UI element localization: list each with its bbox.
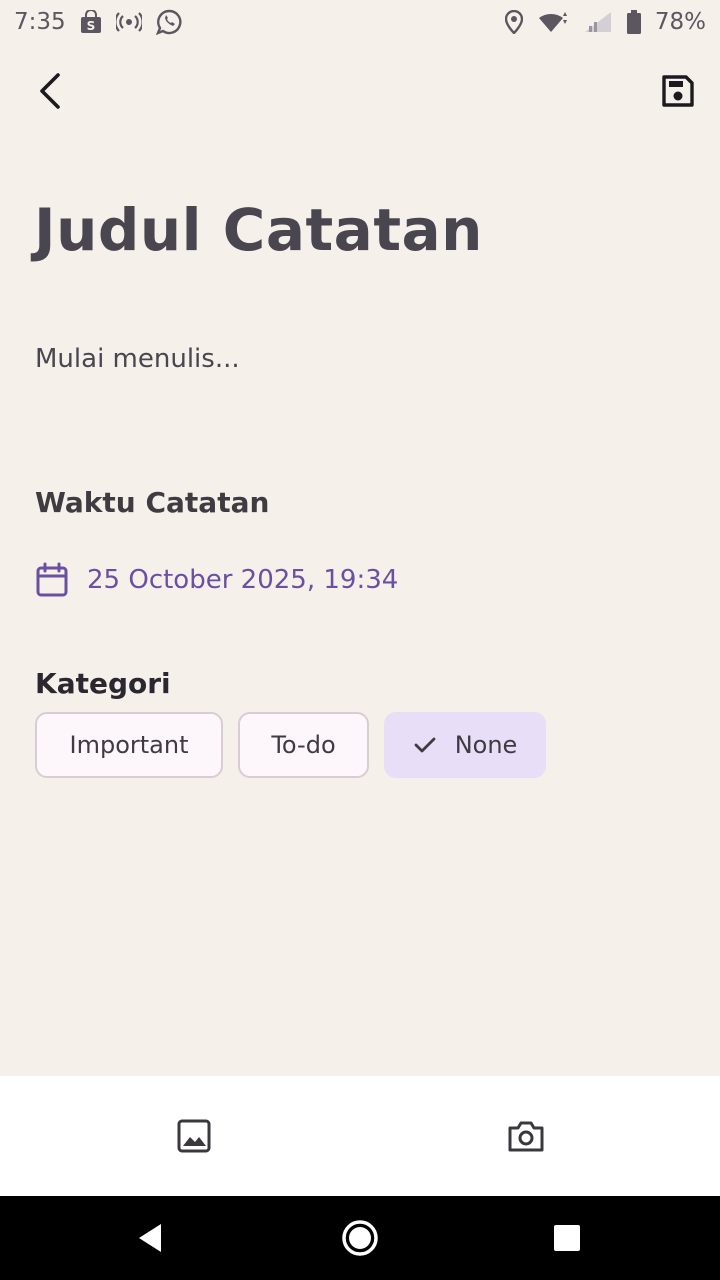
hotspot-icon bbox=[115, 12, 142, 32]
nav-back-icon bbox=[139, 1224, 161, 1252]
signal-icon bbox=[583, 10, 613, 34]
system-nav-bar bbox=[0, 1196, 720, 1280]
status-bar: 7:35 S 78% bbox=[0, 0, 720, 44]
date-value: 25 October 2025, 19:34 bbox=[87, 565, 399, 595]
save-icon bbox=[662, 75, 694, 107]
check-icon bbox=[414, 737, 436, 753]
status-time: 7:35 bbox=[14, 9, 66, 35]
note-body-input[interactable]: Mulai menulis... bbox=[35, 344, 240, 374]
nav-home-icon bbox=[342, 1220, 378, 1256]
nav-recent-button[interactable] bbox=[537, 1208, 597, 1268]
location-icon bbox=[504, 10, 523, 34]
chip-todo[interactable]: To-do bbox=[238, 712, 369, 778]
back-button[interactable] bbox=[21, 63, 77, 119]
wifi-icon bbox=[537, 10, 569, 34]
image-icon bbox=[177, 1119, 211, 1153]
chip-label: To-do bbox=[271, 731, 336, 759]
nav-recent-icon bbox=[554, 1225, 580, 1251]
camera-button[interactable] bbox=[496, 1106, 556, 1166]
battery-icon bbox=[626, 10, 641, 34]
category-chips: Important To-do None bbox=[35, 712, 546, 778]
save-button[interactable] bbox=[650, 63, 706, 119]
time-section-title: Waktu Catatan bbox=[35, 486, 270, 519]
nav-back-button[interactable] bbox=[120, 1208, 180, 1268]
whatsapp-icon bbox=[155, 9, 182, 35]
chip-none[interactable]: None bbox=[384, 712, 546, 778]
status-left: 7:35 S bbox=[14, 9, 182, 35]
calendar-icon bbox=[36, 562, 68, 597]
category-section-title: Kategori bbox=[35, 667, 171, 700]
shopee-icon: S bbox=[80, 10, 102, 34]
bottom-toolbar bbox=[0, 1076, 720, 1196]
date-picker[interactable]: 25 October 2025, 19:34 bbox=[35, 558, 398, 602]
insert-image-button[interactable] bbox=[164, 1106, 224, 1166]
app-bar bbox=[0, 60, 720, 124]
status-right: 78% bbox=[504, 9, 706, 35]
chip-label: None bbox=[454, 731, 518, 759]
svg-text:S: S bbox=[86, 19, 95, 33]
note-title-input[interactable]: Judul Catatan bbox=[34, 196, 483, 264]
chip-important[interactable]: Important bbox=[35, 712, 223, 778]
camera-icon bbox=[508, 1121, 544, 1152]
chip-label: Important bbox=[69, 731, 189, 759]
battery-percent: 78% bbox=[654, 9, 706, 35]
nav-home-button[interactable] bbox=[330, 1208, 390, 1268]
arrow-back-icon bbox=[40, 73, 60, 109]
